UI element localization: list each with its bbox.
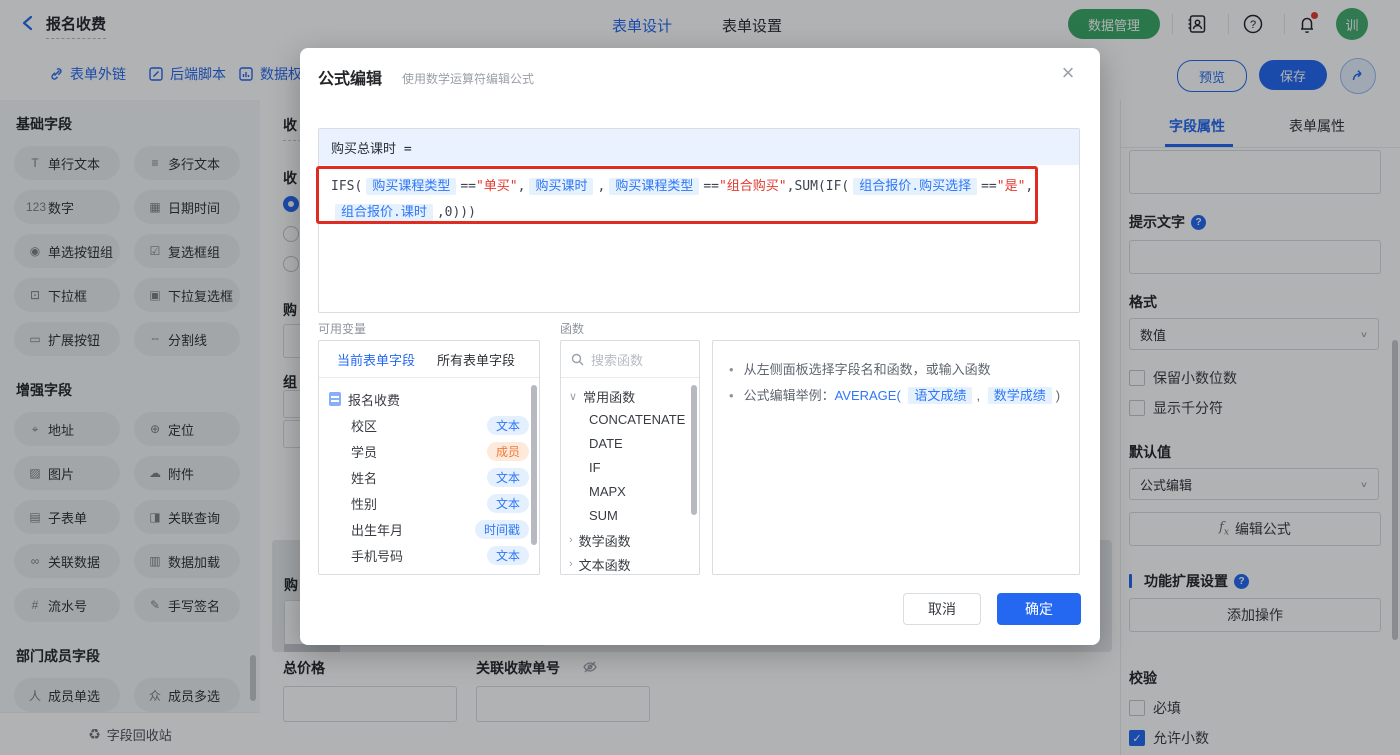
modal-title: 公式编辑: [318, 71, 383, 88]
search-placeholder: 搜索函数: [591, 352, 644, 368]
function-item-DATE[interactable]: DATE: [569, 432, 691, 456]
function-group-常用函数[interactable]: ∨ 常用函数: [569, 384, 691, 408]
variable-type-badge: 文本: [486, 545, 529, 565]
functions-panel: 搜索函数 ∨ 常用函数 CONCATENATE DATE IF MAPX SUM › 数学函数 ›…: [560, 340, 700, 575]
caret-right-icon: ›: [569, 534, 573, 546]
variable-row[interactable]: 出生年月 时间戳: [329, 516, 529, 542]
tab-current-form-fields[interactable]: 当前表单字段: [337, 350, 415, 369]
form-node[interactable]: 报名收费: [329, 386, 529, 412]
variable-row[interactable]: 姓名 文本: [329, 464, 529, 490]
formula-edit-modal: 公式编辑 使用数学运算符编辑公式 × 购买总课时 = IFS(购买课程类型 =="…: [300, 48, 1100, 645]
functions-scrollbar[interactable]: [691, 385, 697, 515]
formula-token: "是": [996, 179, 1026, 194]
form-designer-app: 报名收费 表单设计 表单设置 数据管理 ? 训 表单外链 后端脚本 数据权限 预…: [0, 0, 1400, 755]
function-group-文本函数[interactable]: › 文本函数: [569, 552, 691, 574]
functions-label: 函数: [560, 322, 585, 336]
example-field-chip: 语文成绩: [908, 387, 973, 404]
formula-token: ==: [981, 179, 997, 194]
caret-right-icon: ›: [569, 558, 573, 570]
variables-label: 可用变量: [318, 322, 367, 336]
function-group-label: 文本函数: [578, 557, 631, 573]
function-group-数学函数[interactable]: › 数学函数: [569, 528, 691, 552]
search-icon: [571, 353, 584, 365]
variable-row[interactable]: 手机号码 文本: [329, 542, 529, 568]
field-chip[interactable]: 购买课时: [529, 178, 594, 195]
variable-name: 学员: [351, 444, 378, 460]
field-chip[interactable]: 购买课程类型: [366, 178, 457, 195]
variable-name: 性别: [351, 496, 378, 512]
variable-type-badge: 文本: [486, 415, 529, 435]
modal-subtitle: 使用数学运算符编辑公式: [402, 72, 535, 86]
formula-token: ,: [517, 179, 526, 194]
form-icon: [329, 392, 341, 406]
variables-panel: 当前表单字段 所有表单字段 报名收费 校区 文本 学员 成员 姓名 文本 性别 文本 出生年月时…: [318, 340, 540, 575]
cancel-button[interactable]: 取消: [903, 593, 981, 625]
field-chip[interactable]: 购买课程类型: [609, 178, 700, 195]
formula-code[interactable]: IFS(购买课程类型 =="单买", 购买课时, 购买课程类型 =="组合购买",SUM…: [319, 165, 1079, 235]
field-chip[interactable]: 组合报价.课时: [335, 204, 433, 221]
variable-type-badge: 文本: [486, 467, 529, 487]
variable-name: 姓名: [351, 470, 378, 486]
variable-type-badge: 成员: [486, 441, 529, 461]
formula-token: "组合购买": [718, 179, 787, 194]
tip-example-line: • 公式编辑举例：AVERAGE( 语文成绩, 数学成绩): [729, 387, 1061, 404]
function-item-MAPX[interactable]: MAPX: [569, 480, 691, 504]
function-group-label: 数学函数: [578, 533, 631, 549]
variable-name: 手机号码: [351, 548, 404, 564]
formula-token: IFS(: [331, 179, 363, 194]
formula-token: ==: [703, 179, 719, 194]
tab-all-form-fields[interactable]: 所有表单字段: [437, 350, 515, 369]
function-group-label: 常用函数: [583, 389, 636, 405]
variable-type-badge: 时间戳: [474, 519, 529, 539]
variable-type-badge: 文本: [486, 493, 529, 513]
variable-row[interactable]: 校区 文本: [329, 412, 529, 438]
caret-down-icon: ∨: [569, 390, 578, 403]
formula-token: ==: [460, 179, 476, 194]
variable-row[interactable]: 性别 文本: [329, 490, 529, 516]
example-field-chip: 数学成绩: [987, 387, 1052, 404]
function-search-input[interactable]: 搜索函数: [561, 341, 699, 378]
variable-name: 校区: [351, 418, 378, 434]
formula-token: ,: [1025, 179, 1034, 194]
formula-tips-panel: • 从左侧面板选择字段名和函数，或输入函数 • 公式编辑举例：AVERAGE( …: [712, 340, 1080, 575]
field-chip[interactable]: 组合报价.购买选择: [853, 178, 978, 195]
formula-result-label: 购买总课时 =: [319, 129, 1079, 165]
formula-token: "单买": [475, 179, 518, 194]
variable-row[interactable]: 学员 成员: [329, 438, 529, 464]
function-item-SUM[interactable]: SUM: [569, 504, 691, 528]
function-item-IF[interactable]: IF: [569, 456, 691, 480]
variables-scrollbar[interactable]: [531, 385, 537, 545]
tip-line: • 从左侧面板选择字段名和函数，或输入函数: [729, 362, 991, 377]
formula-token: ,SUM(IF(: [786, 179, 850, 194]
variable-name: 出生年月: [351, 522, 404, 538]
confirm-button[interactable]: 确定: [997, 593, 1081, 625]
formula-token: ,: [597, 179, 606, 194]
function-item-CONCATENATE[interactable]: CONCATENATE: [569, 408, 691, 432]
close-icon[interactable]: ×: [1056, 60, 1080, 86]
formula-token: ,0))): [436, 205, 476, 220]
formula-editor[interactable]: 购买总课时 = IFS(购买课程类型 =="单买", 购买课时, 购买课程类型 =="组…: [318, 128, 1080, 313]
